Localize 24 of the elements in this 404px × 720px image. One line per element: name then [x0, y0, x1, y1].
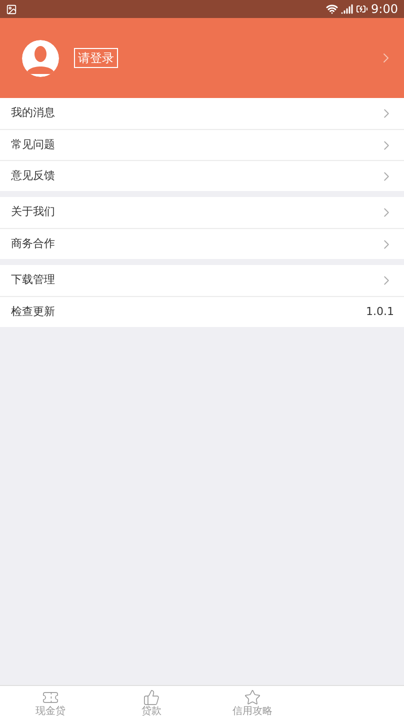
menu-row[interactable]: 我的消息 [0, 98, 404, 129]
clock: 9:00 [371, 3, 398, 15]
menu-row[interactable]: 关于我们 [0, 197, 404, 228]
star-icon [244, 689, 261, 706]
battery-icon [356, 3, 368, 15]
menu-label: 关于我们 [11, 204, 55, 220]
menu-row[interactable]: 常见问题 [0, 129, 404, 160]
avatar-icon [22, 40, 59, 76]
menu-label: 我的消息 [11, 105, 55, 122]
thumbs-up-icon [143, 689, 160, 706]
menu-label: 下载管理 [11, 272, 55, 288]
menu-row[interactable]: 下载管理 [0, 265, 404, 296]
menu-label: 常见问题 [11, 136, 55, 153]
menu-label: 商务合作 [11, 236, 55, 252]
version-text: 1.0.1 [366, 304, 394, 320]
notification-icon [6, 4, 17, 14]
wifi-icon [326, 3, 338, 15]
menu-label: 意见反馈 [11, 168, 55, 184]
menu-row[interactable]: 意见反馈 [0, 160, 404, 191]
ticket-icon [42, 689, 59, 706]
signal-icon [341, 3, 354, 15]
menu-row[interactable]: 商务合作 [0, 228, 404, 259]
menu-label: 检查更新 [11, 304, 55, 320]
menu-row[interactable]: 检查更新 1.0.1 [0, 296, 404, 327]
